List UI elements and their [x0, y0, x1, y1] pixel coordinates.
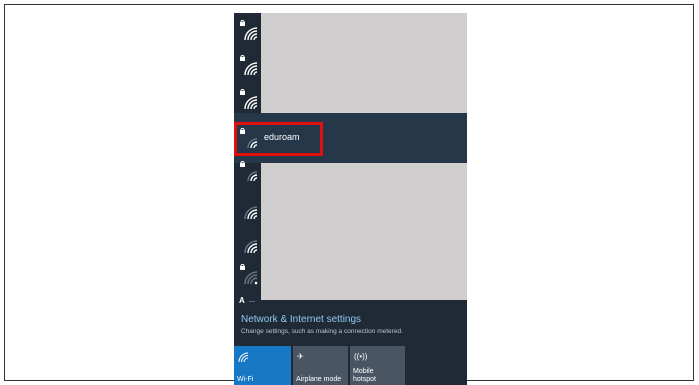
wifi-icon: [238, 352, 250, 365]
redacted-networks-top: [261, 13, 467, 113]
airplane-icon: ✈: [297, 352, 304, 361]
partial-network-item: A: [239, 296, 245, 305]
hotspot-icon: ((•)): [354, 352, 368, 361]
wifi-tile-label: Wi-Fi: [237, 376, 254, 383]
secured-wifi-icon[interactable]: [239, 55, 259, 77]
divider: [249, 301, 255, 302]
secured-wifi-icon[interactable]: [239, 20, 259, 42]
secured-wifi-icon[interactable]: [239, 89, 259, 111]
airplane-mode-button[interactable]: ✈ Airplane mode: [293, 346, 348, 385]
network-settings-subtitle: Change settings, such as making a connec…: [241, 328, 403, 335]
mobile-hotspot-button[interactable]: ((•)) Mobile hotspot: [350, 346, 405, 385]
hotspot-tile-label: Mobile hotspot: [353, 368, 376, 383]
airplane-tile-label: Airplane mode: [296, 376, 342, 383]
network-settings-link[interactable]: Network & Internet settings: [241, 314, 361, 325]
wifi-icon[interactable]: [239, 199, 259, 221]
secured-wifi-icon[interactable]: [239, 161, 259, 183]
highlight-box: [234, 122, 323, 156]
wifi-toggle-button[interactable]: Wi-Fi: [234, 346, 291, 385]
secured-wifi-icon[interactable]: [239, 264, 259, 286]
network-flyout: eduroam A Network & Internet settings Ch…: [234, 13, 467, 385]
redacted-networks-bottom: [261, 163, 467, 300]
wifi-icon[interactable]: [239, 233, 259, 255]
